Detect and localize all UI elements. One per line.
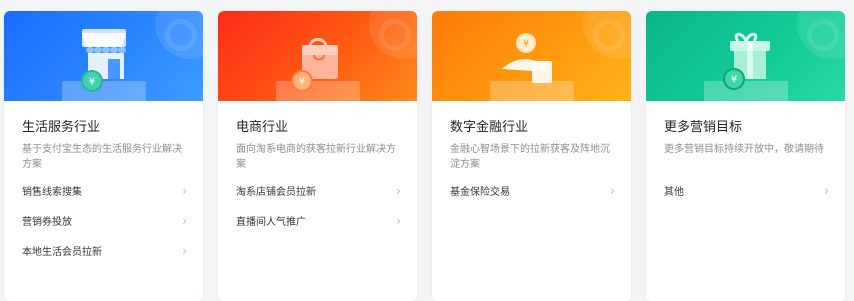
solution-link-label: 其他 — [664, 187, 684, 198]
card-banner: ¥ — [218, 11, 417, 101]
solution-link[interactable]: 本地生活会员拉新 › — [22, 244, 187, 275]
solution-link[interactable]: 其他 › — [664, 184, 829, 215]
svg-text:¥: ¥ — [731, 75, 737, 86]
card-description: 金融心智场景下的拉新获客及阵地沉淀方案 — [450, 144, 610, 170]
card-description: 更多营销目标持续开放中，敬请期待 — [664, 144, 824, 155]
solution-link-label: 本地生活会员拉新 — [22, 247, 102, 258]
solution-link[interactable]: 营销券投放 › — [22, 214, 187, 245]
svg-text:¥: ¥ — [299, 77, 305, 88]
banner-decor-ring — [593, 19, 625, 51]
banner-decor-ring — [379, 19, 411, 51]
solution-link-label: 销售线索搜集 — [22, 187, 82, 198]
solution-link[interactable]: 销售线索搜集 › — [22, 184, 187, 215]
card-title: 更多营销目标 — [664, 120, 743, 135]
shopping-bag-icon: ¥ — [291, 38, 338, 92]
card-description: 面向淘系电商的获客拉新行业解决方案 — [236, 144, 396, 170]
card-title: 生活服务行业 — [22, 120, 101, 135]
solution-link-label: 直播间人气推广 — [236, 217, 306, 228]
chevron-right-icon: › — [396, 184, 401, 198]
gift-box-icon: ¥ — [723, 32, 770, 90]
card-title: 电商行业 — [236, 120, 289, 135]
card-title: 数字金融行业 — [450, 120, 529, 135]
card-description: 基于支付宝生态的生活服务行业解决方案 — [22, 144, 182, 170]
svg-text:¥: ¥ — [89, 77, 95, 88]
chevron-right-icon: › — [182, 244, 187, 258]
solution-link[interactable]: 直播间人气推广 › — [236, 214, 401, 245]
industry-card-digital-finance[interactable]: ¥ 数字金融行业 金融心智场景下的拉新获客及阵地沉淀方案 基金保险交易 › — [432, 11, 631, 301]
chevron-right-icon: › — [182, 184, 187, 198]
chevron-right-icon: › — [824, 184, 829, 198]
chevron-right-icon: › — [396, 214, 401, 228]
chevron-right-icon: › — [182, 214, 187, 228]
industry-card-more-goals[interactable]: ¥ 更多营销目标 更多营销目标持续开放中，敬请期待 其他 › — [646, 11, 845, 301]
hand-coin-icon: ¥ — [502, 33, 552, 83]
banner-decor-ring — [165, 19, 197, 51]
solution-link[interactable]: 淘系店铺会员拉新 › — [236, 184, 401, 215]
card-banner: ¥ — [4, 11, 203, 101]
card-banner: ¥ — [432, 11, 631, 101]
industry-card-life-service[interactable]: ¥ 生活服务行业 基于支付宝生态的生活服务行业解决方案 销售线索搜集 › 营销券… — [4, 11, 203, 301]
solution-link-label: 营销券投放 — [22, 217, 72, 228]
industry-card-ecommerce[interactable]: ¥ 电商行业 面向淘系电商的获客拉新行业解决方案 淘系店铺会员拉新 › 直播间人… — [218, 11, 417, 301]
solution-link-label: 淘系店铺会员拉新 — [236, 187, 316, 198]
banner-decor-ring — [807, 19, 839, 51]
svg-text:¥: ¥ — [523, 39, 529, 50]
storefront-icon: ¥ — [81, 29, 126, 92]
solution-link[interactable]: 基金保险交易 › — [450, 184, 615, 215]
card-banner: ¥ — [646, 11, 845, 101]
solution-link-label: 基金保险交易 — [450, 187, 510, 198]
chevron-right-icon: › — [610, 184, 615, 198]
